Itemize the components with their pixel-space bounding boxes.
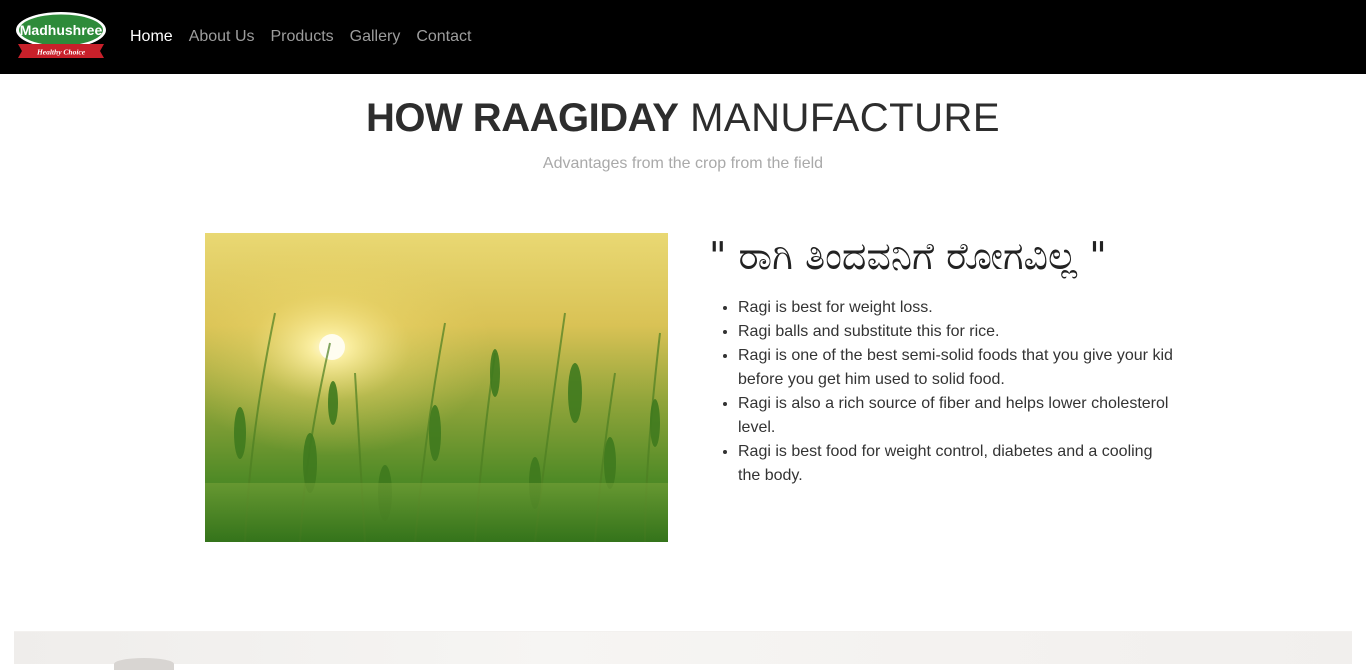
logo-tagline: Healthy Choice (36, 48, 86, 57)
nav-about-us-link[interactable]: About Us (181, 28, 263, 46)
logo-brand-text: Madhushree (20, 22, 103, 38)
kannada-proverb: " ರಾಗಿ ತಿಂದವನಿಗೆ ರೋಗವಿಲ್ಲ " (709, 234, 1107, 278)
ragi-field-photo (205, 233, 668, 542)
brand-logo[interactable]: Madhushree Healthy Choice (14, 10, 108, 64)
nav-home-link[interactable]: Home (122, 28, 181, 46)
section-title-light: MANUFACTURE (690, 96, 1001, 140)
benefit-item: Ragi is best for weight loss. (738, 296, 1178, 320)
benefit-item: Ragi is one of the best semi-solid foods… (738, 344, 1178, 392)
section-title-bold: HOW RAAGIDAY (365, 96, 679, 140)
benefits-list: Ragi is best for weight loss. Ragi balls… (719, 296, 1178, 488)
section-subtitle: Advantages from the crop from the field (542, 155, 824, 172)
benefit-item: Ragi is best food for weight control, di… (738, 440, 1178, 488)
benefit-item: Ragi balls and substitute this for rice. (738, 320, 1178, 344)
next-section-image-edge (114, 658, 174, 670)
main-nav: Home About Us Products Gallery Contact (122, 0, 479, 74)
nav-products-link[interactable]: Products (263, 28, 342, 46)
next-section-preview (14, 631, 1352, 670)
section-title: HOW RAAGIDAY MANUFACTURE (0, 96, 1366, 141)
nav-contact-link[interactable]: Contact (408, 28, 479, 46)
benefit-item: Ragi is also a rich source of fiber and … (738, 392, 1178, 440)
photo-foreground-grass (205, 483, 668, 542)
top-navbar: Madhushree Healthy Choice Home About Us … (0, 0, 1366, 74)
photo-sun (319, 334, 345, 360)
nav-gallery-link[interactable]: Gallery (342, 28, 409, 46)
